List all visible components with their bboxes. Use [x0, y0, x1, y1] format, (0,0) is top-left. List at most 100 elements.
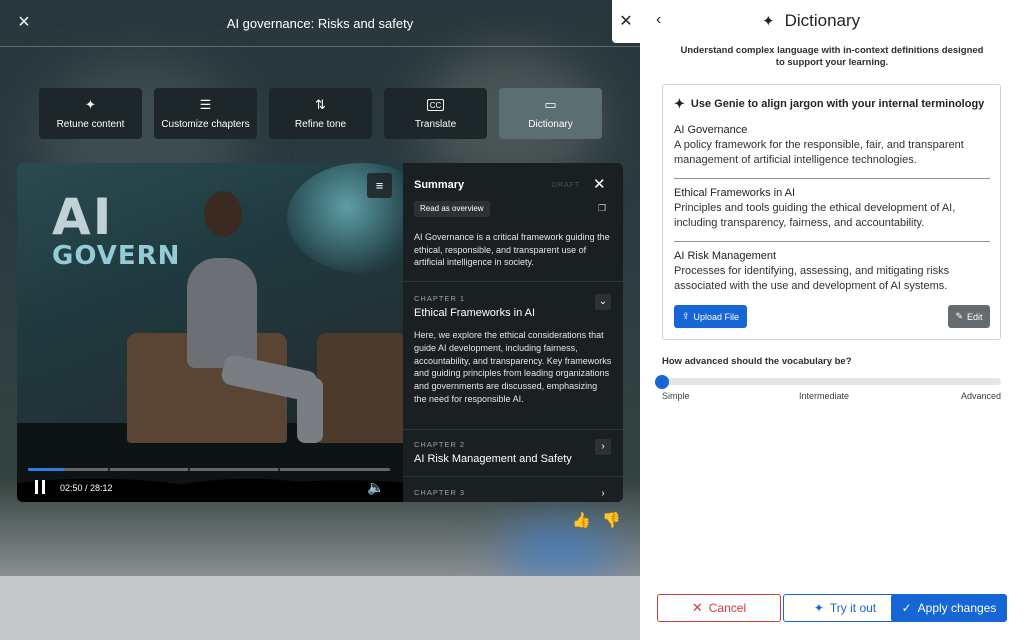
terminology-card: ✦ Use Genie to align jargon with your in… [662, 84, 1001, 340]
progress-fill [28, 468, 65, 471]
chapter-title: Ethical Frameworks in AI [414, 307, 536, 319]
viewer-topbar: × AI governance: Risks and safety [0, 0, 640, 47]
dictionary-term: Ethical Frameworks in AI Principles and … [674, 187, 990, 231]
divider [674, 241, 990, 242]
close-icon[interactable]: ✕ [593, 175, 606, 193]
video-player: AI GOVERN ≡ 02:50 / 28:12 🔈 Summary DRAF… [17, 163, 623, 502]
panel-subtitle: Understand complex language with in-cont… [680, 45, 984, 68]
audience-silhouettes [17, 448, 403, 502]
summary-panel: Summary DRAFT ✕ Read as overview ❐ AI Go… [403, 163, 623, 502]
video-viewer-backdrop: × AI governance: Risks and safety ✦ Retu… [0, 0, 640, 640]
tool-label: Refine tone [294, 119, 347, 130]
progress-bar[interactable] [28, 468, 390, 471]
chevron-down-icon[interactable]: ⌄ [595, 294, 611, 310]
armchair [317, 333, 403, 443]
upload-label: Upload File [693, 311, 740, 322]
chevron-left-icon[interactable]: ‹ [656, 11, 661, 29]
speaker-figure [187, 258, 257, 368]
chapter-label: CHAPTER 1 [414, 294, 466, 303]
term-definition: Processes for identifying, assessing, an… [674, 265, 950, 292]
divider [674, 178, 990, 179]
time-readout: 02:50 / 28:12 [60, 483, 113, 493]
chapter-item[interactable]: CHAPTER 1 Ethical Frameworks in AI Here,… [403, 294, 623, 406]
cancel-label: Cancel [708, 601, 747, 615]
copy-icon[interactable]: ❐ [598, 203, 606, 214]
vocabulary-slider[interactable] [655, 374, 1001, 389]
stage-sign-text: GOVERN [52, 241, 181, 271]
term-definition: Principles and tools guiding the ethical… [674, 202, 956, 229]
apply-label: Apply changes [917, 601, 997, 615]
sparkle-icon: ✦ [85, 97, 96, 112]
try-it-out-button[interactable]: ✦ Try it out [783, 594, 907, 622]
chevron-right-icon[interactable]: › [595, 486, 611, 502]
speaker-head [204, 191, 242, 237]
cancel-button[interactable]: ✕ Cancel [657, 594, 781, 622]
edit-button[interactable]: ✎ Edit [948, 305, 990, 328]
tool-row: ✦ Retune content ☰ Customize chapters ⇅ … [39, 88, 602, 139]
card-heading-text: Use Genie to align jargon with your inte… [690, 98, 985, 110]
term-name: AI Risk Management [674, 250, 777, 262]
dictionary-term: AI Risk Management Processes for identif… [674, 250, 990, 294]
tool-label: Dictionary [528, 119, 573, 130]
thumbs-up-icon[interactable]: 👍 [572, 511, 591, 529]
chapter-item[interactable]: CHAPTER 3 › [403, 488, 623, 499]
tool-label: Translate [414, 119, 457, 130]
dictionary-button[interactable]: ▭ Dictionary [499, 88, 602, 139]
closed-captions-icon: CC [426, 99, 445, 111]
thumbs-down-icon[interactable]: 👎 [602, 511, 621, 529]
customize-chapters-button[interactable]: ☰ Customize chapters [154, 88, 257, 139]
term-name: AI Governance [674, 124, 748, 136]
dictionary-term: AI Governance A policy framework for the… [674, 124, 990, 168]
close-panel-icon[interactable]: ✕ [612, 0, 640, 43]
edit-label: Edit [967, 311, 983, 322]
divider [403, 281, 623, 282]
book-icon: ▭ [544, 97, 557, 112]
chevron-right-icon[interactable]: › [595, 439, 611, 455]
chapter-label: CHAPTER 3 [414, 488, 466, 497]
volume-icon[interactable]: 🔈 [367, 479, 384, 496]
panel-header: ✦ Dictionary [762, 11, 860, 31]
refine-tone-button[interactable]: ⇅ Refine tone [269, 88, 372, 139]
upload-file-button[interactable]: ⇪ Upload File [674, 305, 747, 328]
chapter-label: CHAPTER 2 [414, 440, 466, 449]
speaker-legs [297, 378, 323, 443]
read-as-overview-button[interactable]: Read as overview [414, 201, 490, 217]
sliders-icon: ⇅ [315, 97, 326, 112]
term-name: Ethical Frameworks in AI [674, 187, 796, 199]
chapter-marker [188, 468, 190, 471]
tool-label: Retune content [56, 119, 125, 130]
stage-sign-text: AI [52, 188, 114, 246]
chapter-title: AI Risk Management and Safety [414, 453, 572, 465]
pause-icon[interactable] [33, 480, 47, 494]
vocab-level-simple: Simple [662, 391, 690, 401]
retune-content-button[interactable]: ✦ Retune content [39, 88, 142, 139]
panel-title: Dictionary [784, 11, 861, 30]
sparkle-icon: ✦ [674, 96, 685, 111]
sparkle-icon: ✦ [813, 601, 824, 615]
divider [403, 476, 623, 477]
term-definition: A policy framework for the responsible, … [674, 139, 964, 166]
card-heading: ✦ Use Genie to align jargon with your in… [674, 96, 984, 112]
backdrop-bottom [0, 576, 640, 640]
vocab-level-intermediate: Intermediate [799, 391, 850, 401]
upload-icon: ⇪ [681, 311, 690, 321]
close-icon: ✕ [691, 600, 703, 615]
video-frame[interactable]: AI GOVERN ≡ 02:50 / 28:12 🔈 [17, 163, 403, 502]
summary-toggle-icon[interactable]: ≡ [367, 173, 392, 198]
backdrop-blur [500, 530, 620, 570]
try-label: Try it out [829, 601, 877, 615]
apply-changes-button[interactable]: ✓ Apply changes [891, 594, 1007, 622]
translate-button[interactable]: CC Translate [384, 88, 487, 139]
divider [403, 429, 623, 430]
chapter-body: Here, we explore the ethical considerati… [414, 330, 612, 404]
summary-text: AI Governance is a critical framework gu… [414, 232, 610, 268]
chapter-item[interactable]: CHAPTER 2 AI Risk Management and Safety … [403, 439, 623, 465]
summary-heading: Summary [414, 179, 465, 191]
chapter-marker [108, 468, 110, 471]
vocab-level-advanced: Advanced [961, 391, 1002, 401]
list-icon: ☰ [199, 97, 212, 112]
tool-label: Customize chapters [161, 119, 250, 130]
slider-knob[interactable] [655, 374, 669, 389]
draft-badge: DRAFT [552, 182, 581, 189]
sparkle-icon: ✦ [762, 13, 775, 30]
